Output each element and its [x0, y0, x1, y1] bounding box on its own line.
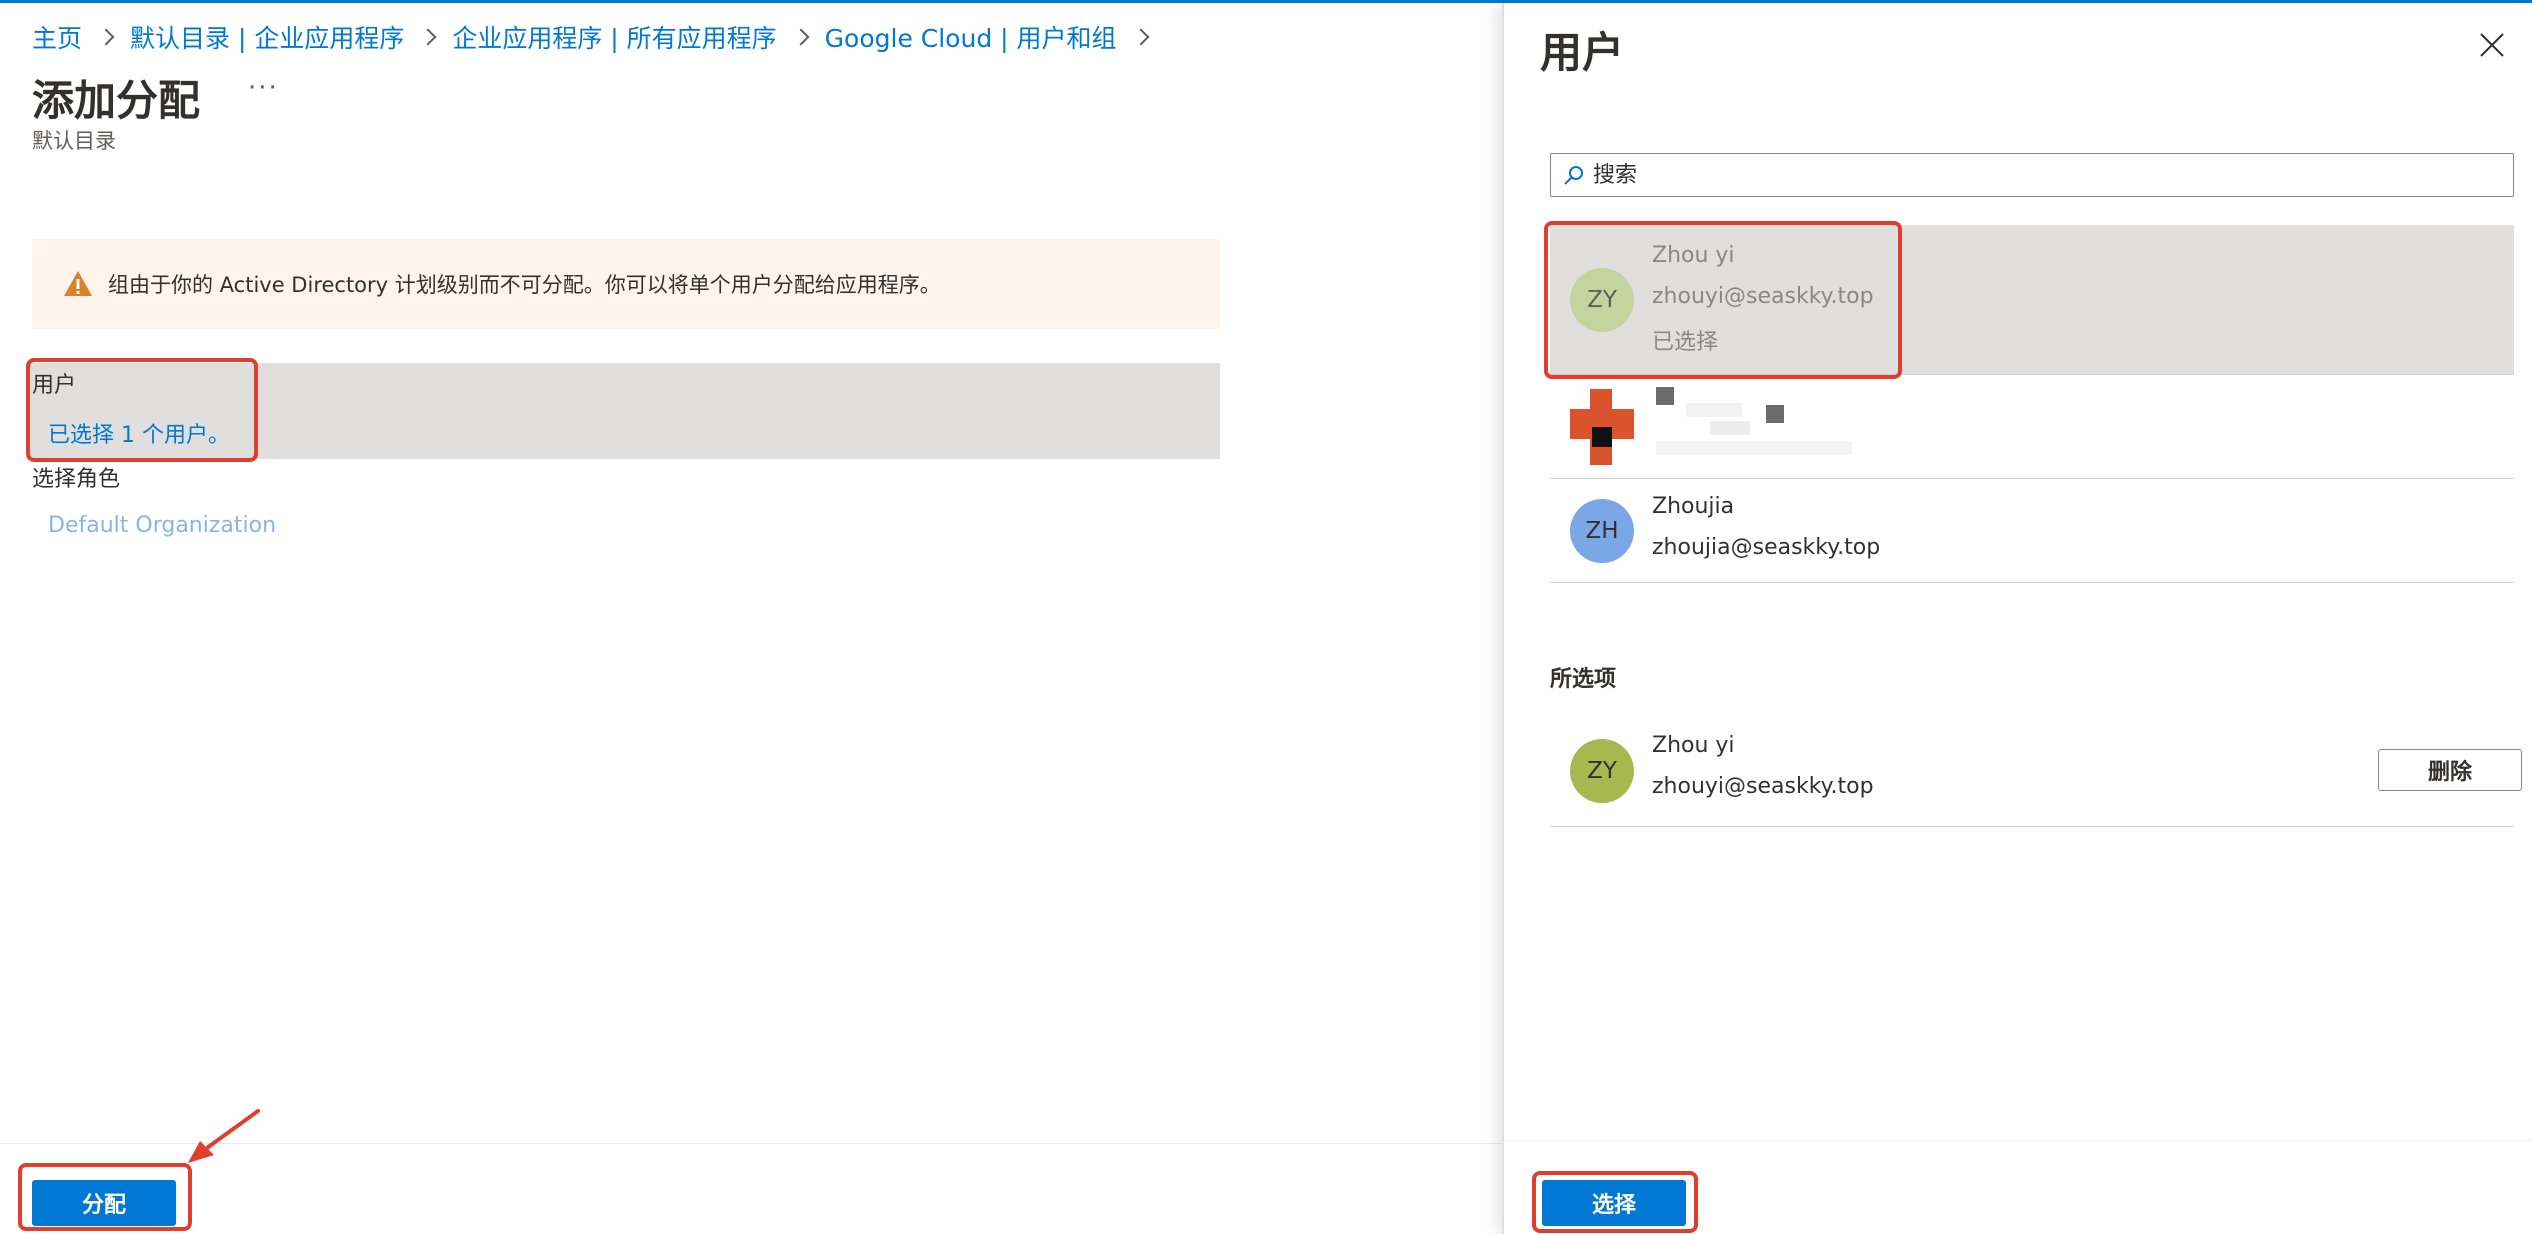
search-input[interactable]	[1593, 162, 2493, 188]
close-icon[interactable]	[2476, 29, 2508, 61]
users-label: 用户	[32, 373, 77, 398]
selected-item-row: ZY Zhou yi zhouyi@seaskky.top 删除	[1550, 719, 2522, 827]
add-assignment-blade: 主页 默认目录 | 企业应用程序 企业应用程序 | 所有应用程序 Google …	[0, 3, 1502, 1234]
user-email: zhouyi@seaskky.top	[1652, 284, 1874, 309]
search-icon	[1564, 166, 1583, 185]
user-email: zhouyi@seaskky.top	[1652, 774, 1874, 799]
redacted-name	[1656, 387, 1674, 405]
remove-button[interactable]: 删除	[2378, 749, 2522, 791]
avatar: ZY	[1570, 268, 1634, 332]
breadcrumb-users-groups[interactable]: Google Cloud | 用户和组	[825, 19, 1117, 55]
select-button[interactable]: 选择	[1542, 1180, 1686, 1226]
user-result-row[interactable]: ZH Zhoujia zhoujia@seaskky.top	[1550, 479, 2514, 583]
user-name: Zhoujia	[1652, 494, 1735, 519]
avatar-initials: ZY	[1587, 287, 1617, 313]
user-name: Zhou yi	[1652, 733, 1735, 758]
role-selector-link[interactable]: Default Organization	[48, 513, 276, 538]
more-options-button[interactable]: ···	[248, 73, 279, 103]
warning-text: 组由于你的 Active Directory 计划级别而不可分配。你可以将单个用…	[108, 273, 941, 297]
page-title: 添加分配	[32, 76, 201, 125]
breadcrumb: 主页 默认目录 | 企业应用程序 企业应用程序 | 所有应用程序 Google …	[32, 19, 1165, 55]
users-selected-link[interactable]: 已选择 1 个用户。	[48, 417, 230, 449]
user-email: zhoujia@seaskky.top	[1652, 535, 1881, 560]
user-result-row[interactable]: ZY Zhou yi zhouyi@seaskky.top 已选择	[1550, 225, 2514, 375]
chevron-right-icon	[792, 28, 810, 46]
avatar-initials: ZY	[1587, 758, 1617, 784]
warning-icon	[64, 271, 92, 296]
avatar	[1570, 389, 1634, 465]
breadcrumb-enterprise-apps[interactable]: 默认目录 | 企业应用程序	[130, 19, 404, 55]
chevron-right-icon	[1132, 28, 1150, 46]
avatar: ZY	[1570, 739, 1634, 803]
users-selector[interactable]: 用户 已选择 1 个用户。	[30, 363, 1220, 459]
search-box	[1550, 153, 2514, 197]
redacted-email	[1766, 405, 1784, 423]
user-selected-status: 已选择	[1652, 330, 1719, 355]
chevron-right-icon	[419, 28, 437, 46]
chevron-right-icon	[97, 28, 115, 46]
avatar-initials: ZH	[1585, 518, 1619, 544]
user-result-row[interactable]	[1550, 375, 2514, 479]
avatar: ZH	[1570, 499, 1634, 563]
users-picker-blade: 用户 ZY Zhou yi zhouyi@seaskky.top 已选择	[1502, 3, 2532, 1234]
assign-button[interactable]: 分配	[32, 1180, 176, 1226]
annotation-arrow	[188, 1109, 260, 1163]
breadcrumb-home[interactable]: 主页	[32, 19, 82, 55]
user-name: Zhou yi	[1652, 243, 1735, 268]
role-label: 选择角色	[32, 467, 121, 492]
breadcrumb-all-apps[interactable]: 企业应用程序 | 所有应用程序	[452, 19, 776, 55]
blade-title: 用户	[1540, 28, 1625, 77]
page-subtitle: 默认目录	[32, 129, 116, 153]
warning-banner: 组由于你的 Active Directory 计划级别而不可分配。你可以将单个用…	[32, 239, 1220, 329]
selected-items-header: 所选项	[1550, 667, 1617, 692]
footer-divider	[1504, 1140, 2532, 1141]
